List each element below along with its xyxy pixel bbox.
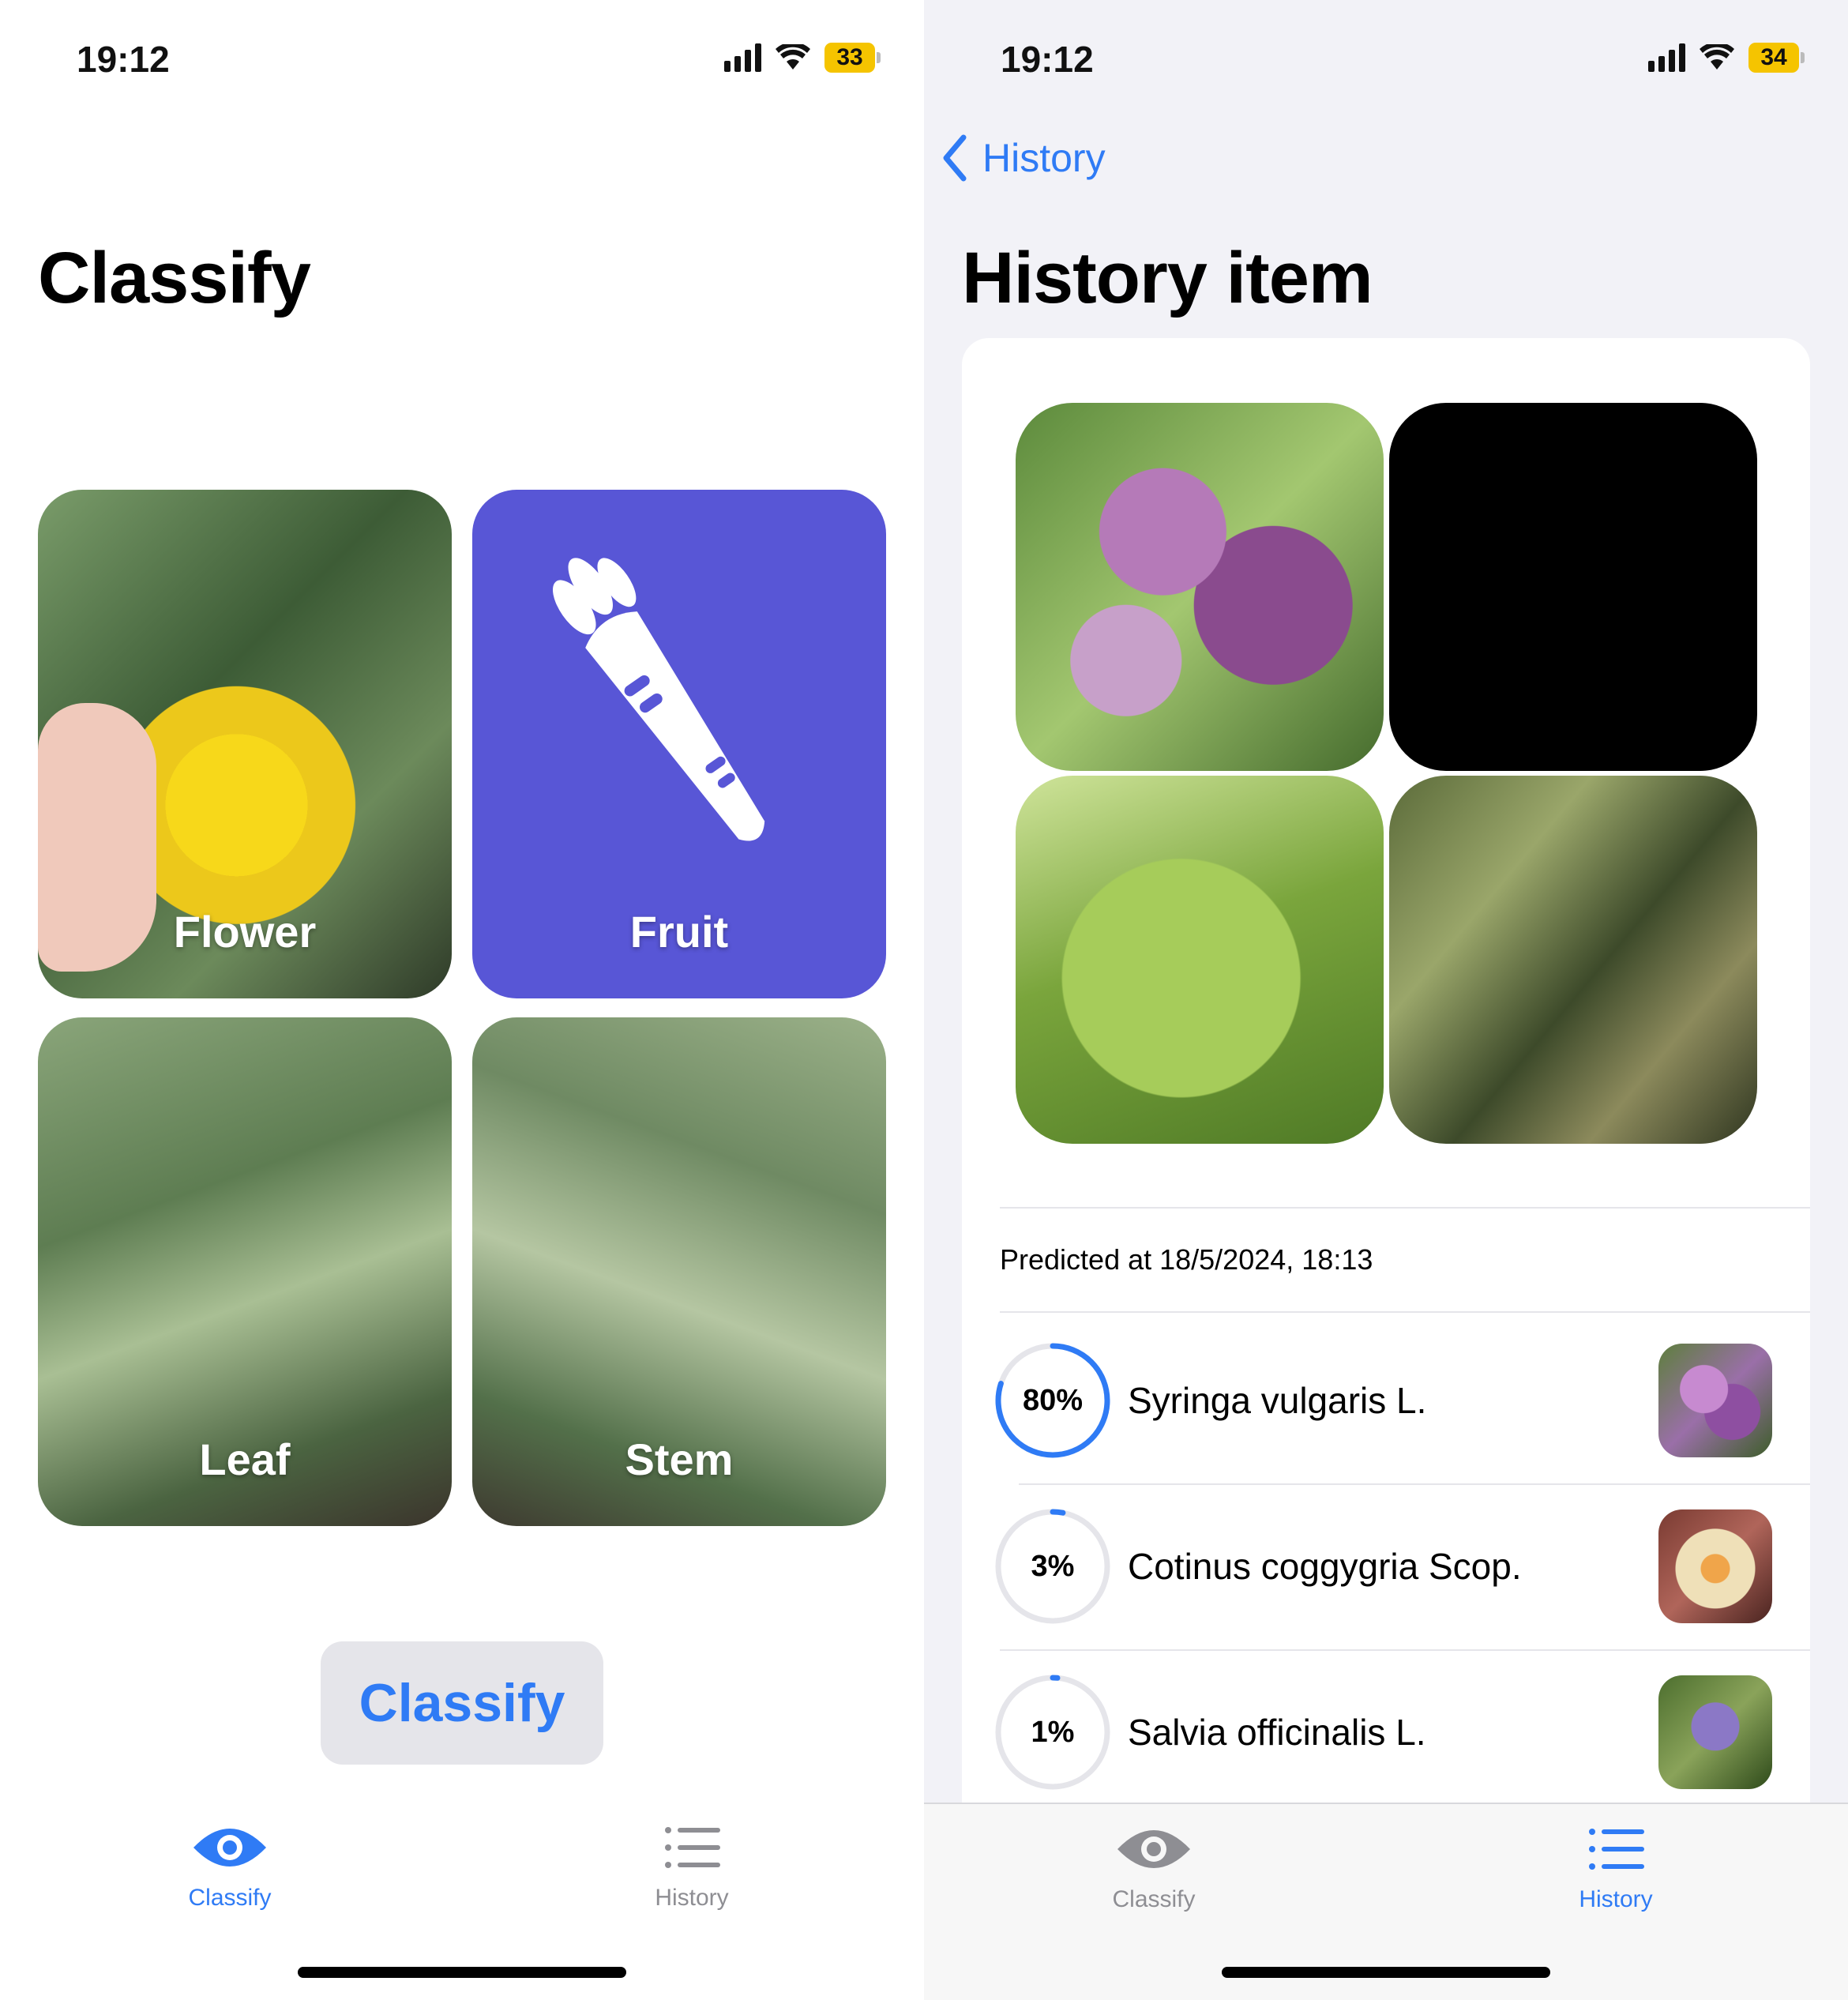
wifi-icon xyxy=(1700,44,1734,70)
tab-classify-label: Classify xyxy=(188,1885,272,1911)
tab-history[interactable]: History xyxy=(573,1820,810,1912)
tab-classify-label: Classify xyxy=(1112,1886,1196,1912)
back-button[interactable]: History xyxy=(941,134,1106,182)
divider xyxy=(1000,1311,1810,1313)
confidence-percent: 3% xyxy=(1031,1549,1075,1583)
status-icons: 33 xyxy=(724,43,881,73)
tab-history[interactable]: History xyxy=(1497,1821,1734,1913)
cellular-signal-icon xyxy=(1648,43,1685,72)
prediction-row[interactable]: 1% Salvia officinalis L. xyxy=(993,1649,1810,1803)
battery-icon: 33 xyxy=(824,43,881,73)
tab-classify[interactable]: Classify xyxy=(1035,1821,1272,1913)
tile-fruit[interactable]: Fruit xyxy=(472,490,886,998)
home-indicator[interactable] xyxy=(1222,1967,1550,1978)
tab-bar: Classify History xyxy=(0,1803,924,2000)
confidence-ring: 3% xyxy=(993,1507,1112,1626)
list-icon xyxy=(665,1827,720,1868)
prediction-row[interactable]: 80% Syringa vulgaris L. xyxy=(993,1318,1810,1483)
tile-fruit-label: Fruit xyxy=(629,907,729,957)
photo-flower[interactable] xyxy=(1016,403,1384,771)
chevron-left-icon xyxy=(943,134,967,182)
tile-stem[interactable]: Stem xyxy=(472,1017,886,1526)
species-name: Syringa vulgaris L. xyxy=(1128,1380,1427,1421)
home-indicator[interactable] xyxy=(298,1967,626,1978)
confidence-percent: 80% xyxy=(1022,1383,1084,1417)
tile-leaf-label: Leaf xyxy=(199,1434,291,1484)
tile-leaf[interactable]: Leaf xyxy=(38,1017,452,1526)
back-label: History xyxy=(982,136,1106,180)
battery-icon: 34 xyxy=(1748,43,1805,73)
photo-leaf[interactable] xyxy=(1016,776,1384,1144)
wifi-icon xyxy=(776,44,810,70)
classify-button[interactable]: Classify xyxy=(321,1641,603,1765)
tab-classify[interactable]: Classify xyxy=(111,1820,348,1912)
species-thumbnail xyxy=(1658,1675,1772,1789)
battery-level: 33 xyxy=(824,43,875,73)
confidence-ring: 80% xyxy=(993,1341,1112,1460)
list-icon xyxy=(1589,1829,1644,1870)
species-thumbnail xyxy=(1658,1344,1772,1457)
status-time: 19:12 xyxy=(77,39,170,80)
battery-level: 34 xyxy=(1748,43,1799,73)
page-title: Classify xyxy=(38,238,311,318)
photo-empty[interactable] xyxy=(1389,403,1757,771)
tab-history-label: History xyxy=(655,1885,729,1911)
photo-stem[interactable] xyxy=(1389,776,1757,1144)
status-time: 19:12 xyxy=(1001,39,1094,80)
page-title: History item xyxy=(962,238,1373,318)
classify-screen: 19:12 33 Classify Flower Fruit Leaf Stem… xyxy=(0,0,924,2000)
history-card: Predicted at 18/5/2024, 18:13 80% Syring… xyxy=(962,338,1810,1803)
species-name: Cotinus coggygria Scop. xyxy=(1128,1546,1522,1587)
cellular-signal-icon xyxy=(724,43,761,72)
prediction-row[interactable]: 3% Cotinus coggygria Scop. xyxy=(993,1483,1810,1649)
tab-bar: Classify History xyxy=(924,1803,1848,2000)
tab-history-label: History xyxy=(1579,1886,1653,1912)
confidence-ring: 1% xyxy=(993,1673,1112,1791)
eye-icon xyxy=(193,1829,266,1867)
tile-stem-label: Stem xyxy=(625,1434,734,1484)
predicted-timestamp: Predicted at 18/5/2024, 18:13 xyxy=(1000,1243,1373,1276)
status-icons: 34 xyxy=(1648,43,1805,73)
confidence-percent: 1% xyxy=(1031,1715,1075,1749)
divider xyxy=(1000,1207,1810,1209)
history-item-screen: 19:12 34 History History item Predicted … xyxy=(924,0,1848,2000)
tile-flower[interactable]: Flower xyxy=(38,490,452,998)
species-thumbnail xyxy=(1658,1509,1772,1623)
eye-icon xyxy=(1117,1830,1190,1868)
species-name: Salvia officinalis L. xyxy=(1128,1712,1426,1753)
tile-flower-label: Flower xyxy=(173,907,317,957)
